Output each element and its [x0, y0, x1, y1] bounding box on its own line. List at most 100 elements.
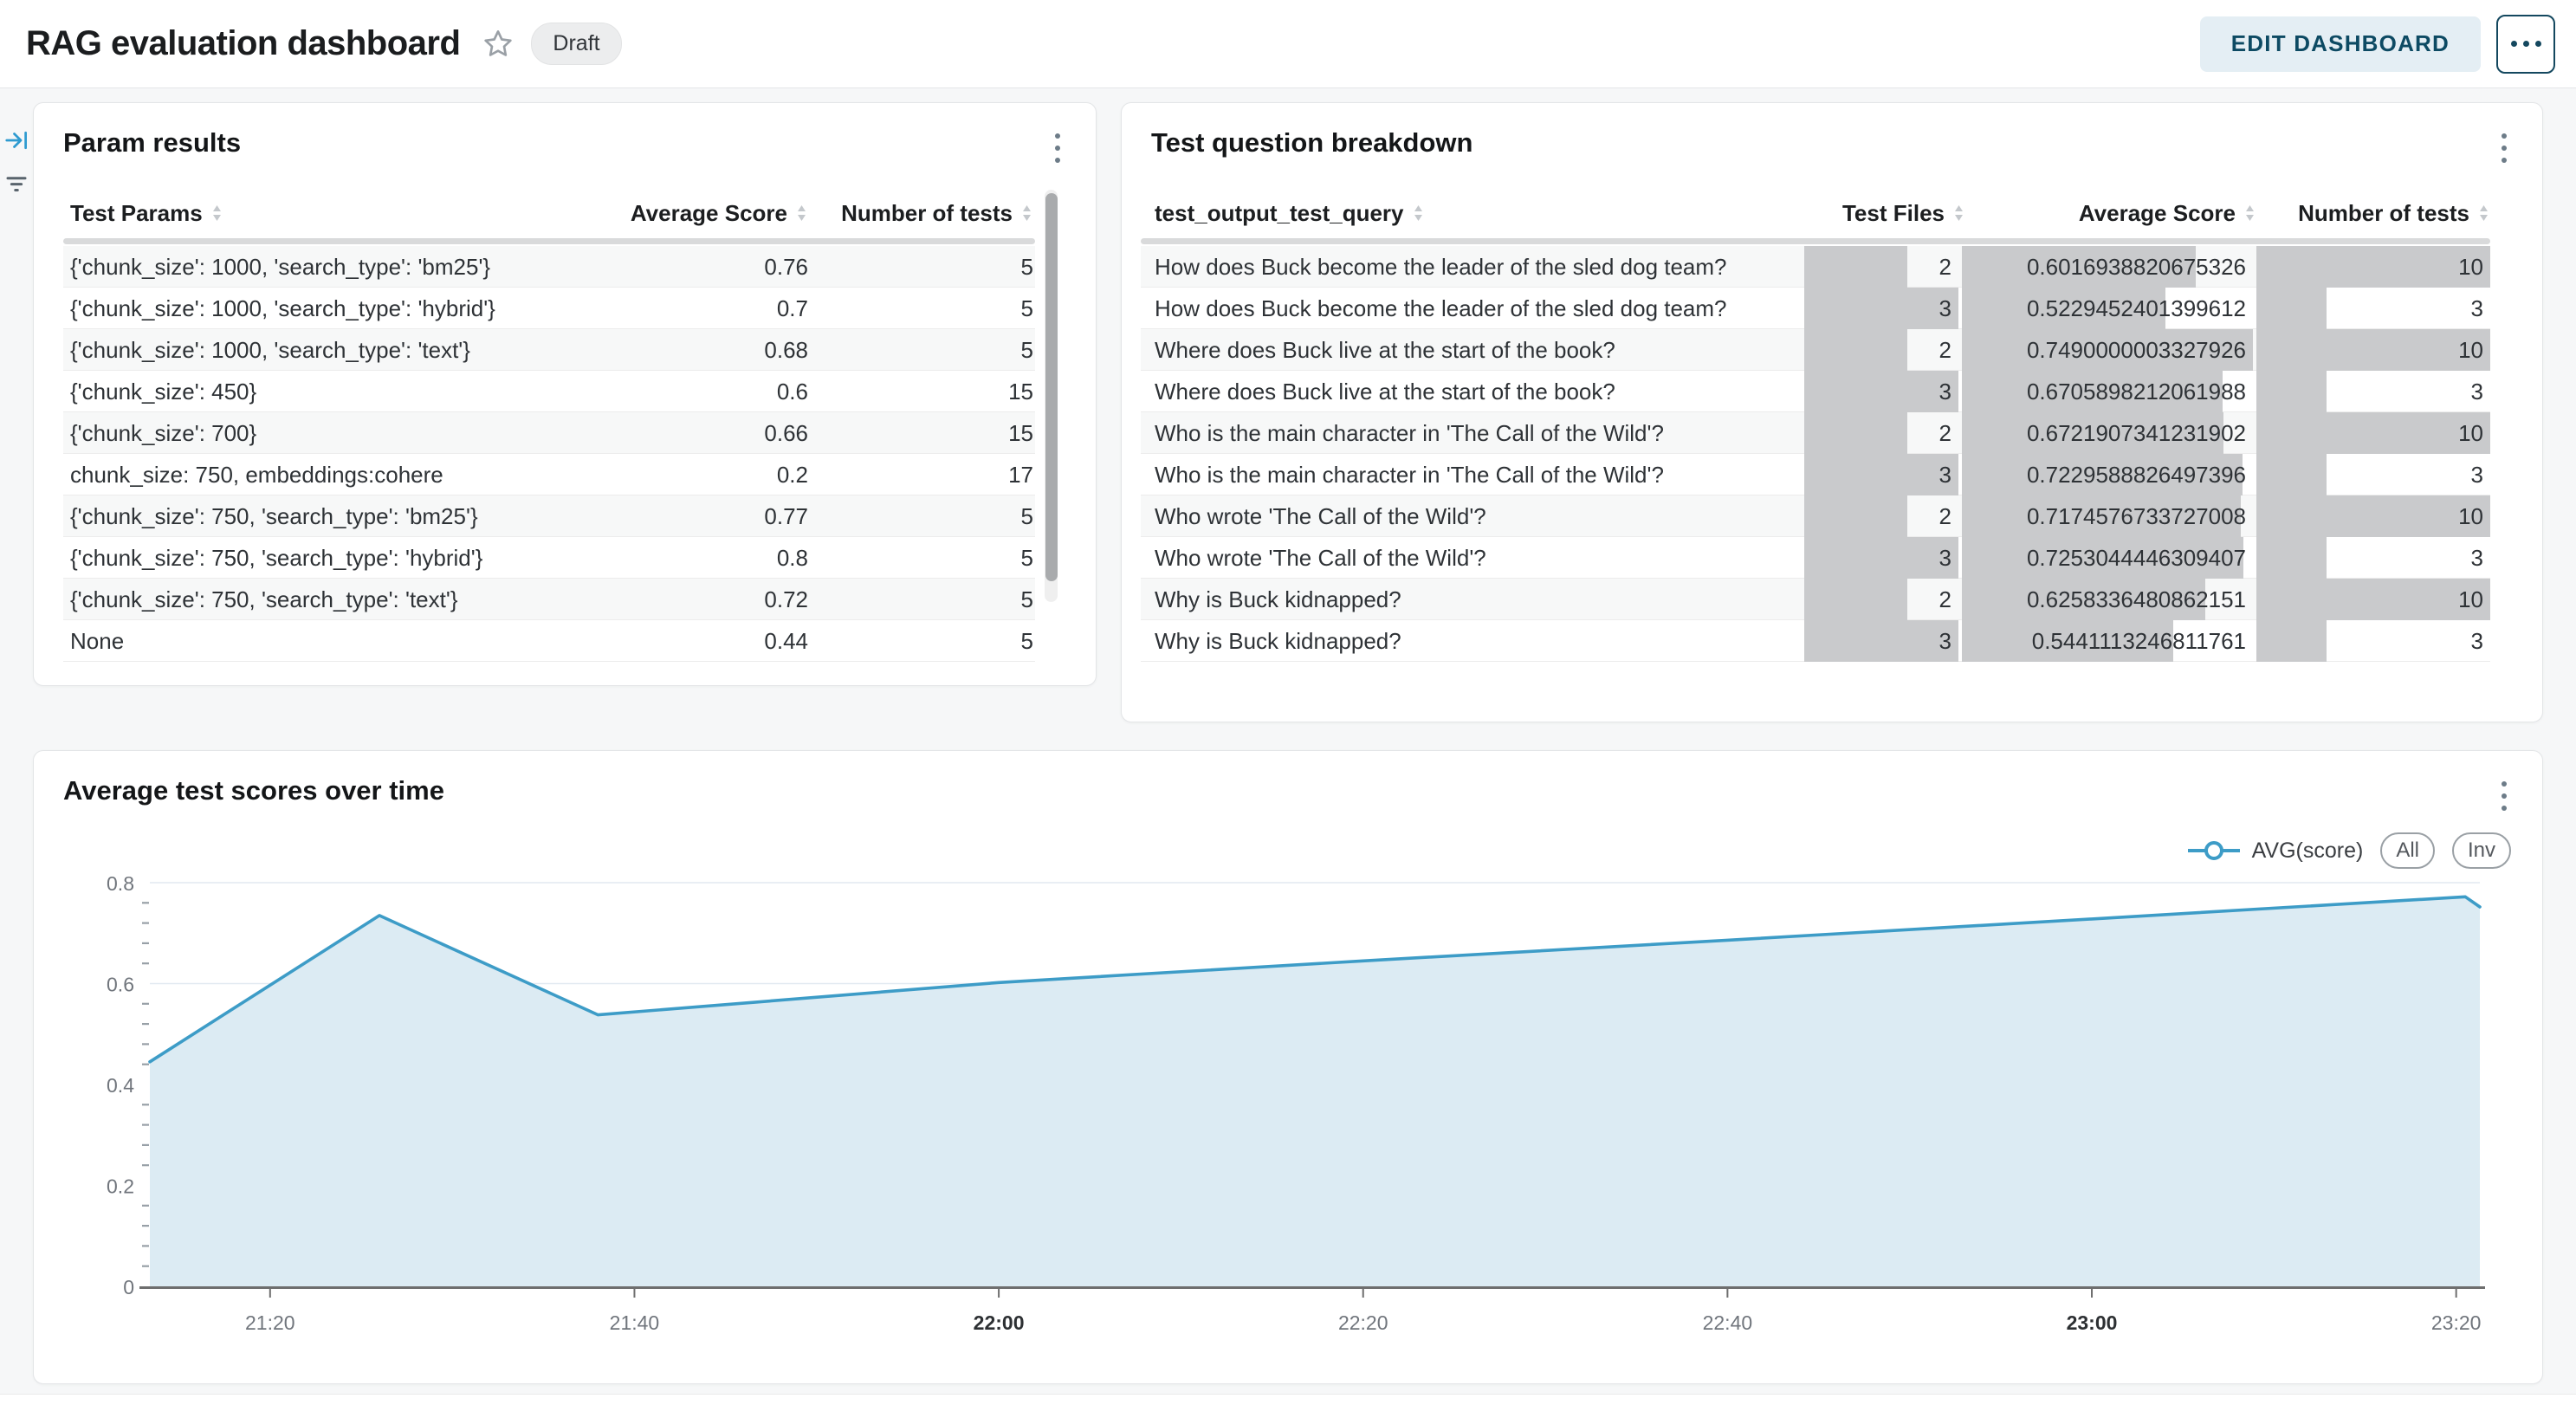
param-results-card: Param results Test Params Average Score … [33, 102, 1097, 686]
cell-test-files: 2 [1804, 579, 1958, 620]
horizontal-scrollbar[interactable] [63, 238, 1035, 244]
data-bar [2256, 329, 2490, 371]
cell-average-score: 0.7174576733727008 [1962, 495, 2253, 537]
data-bar [1804, 579, 1907, 620]
cell-average-score: 0.76 [592, 246, 808, 288]
arrow-to-bar-icon [3, 127, 29, 153]
sort-icon [2243, 204, 2256, 223]
cell-number-of-tests: 5 [808, 620, 1035, 662]
cell-average-score: 0.7490000003327926 [1962, 329, 2253, 371]
table-row[interactable]: chunk_size: 750, embeddings:cohere0.217 [63, 454, 1035, 495]
vertical-scrollbar[interactable] [1045, 190, 1058, 602]
cell-number-of-tests: 3 [2256, 537, 2490, 579]
param-results-table: Test Params Average Score Number of test… [63, 188, 1035, 662]
card-header: Param results [34, 103, 1096, 169]
cell-query: How does Buck become the leader of the s… [1141, 288, 1801, 329]
table-row[interactable]: {'chunk_size': 700}0.6615 [63, 412, 1035, 454]
column-header-average-score[interactable]: Average Score [1965, 200, 2256, 227]
table-row[interactable]: {'chunk_size': 750, 'search_type': 'hybr… [63, 537, 1035, 579]
cell-query: How does Buck become the leader of the s… [1141, 246, 1801, 288]
cell-query: Who wrote 'The Call of the Wild'? [1141, 495, 1801, 537]
cell-query: Who is the main character in 'The Call o… [1141, 454, 1801, 495]
cell-test-params: {'chunk_size': 1000, 'search_type': 'tex… [63, 329, 592, 371]
cell-test-params: {'chunk_size': 1000, 'search_type': 'bm2… [63, 246, 592, 288]
column-header-average-score[interactable]: Average Score [592, 200, 808, 227]
table-row[interactable]: How does Buck become the leader of the s… [1141, 246, 2490, 288]
cell-number-of-tests: 3 [2256, 454, 2490, 495]
column-header-number-of-tests[interactable]: Number of tests [2256, 200, 2490, 227]
table-row[interactable]: Why is Buck kidnapped?30.544111324681176… [1141, 620, 2490, 662]
cell-number-of-tests: 5 [808, 579, 1035, 620]
table-row[interactable]: Why is Buck kidnapped?20.625833648086215… [1141, 579, 2490, 620]
cell-number-of-tests: 5 [808, 537, 1035, 579]
left-rail [0, 88, 33, 203]
cell-average-score: 0.5229452401399612 [1962, 288, 2253, 329]
data-bar [2256, 495, 2490, 537]
card-title: Param results [63, 127, 241, 159]
data-bar [1804, 246, 1907, 288]
expand-panel-button[interactable] [0, 121, 33, 159]
cell-test-files: 3 [1804, 537, 1958, 579]
column-header-test-files[interactable]: Test Files [1811, 200, 1965, 227]
scrollbar-thumb[interactable] [1045, 193, 1058, 581]
cell-test-params: chunk_size: 750, embeddings:cohere [63, 454, 592, 495]
column-header-test-params[interactable]: Test Params [63, 200, 592, 227]
cell-number-of-tests: 5 [808, 288, 1035, 329]
data-bar [1804, 329, 1907, 371]
edit-dashboard-button[interactable]: EDIT DASHBOARD [2200, 16, 2481, 72]
table-row[interactable]: Who is the main character in 'The Call o… [1141, 412, 2490, 454]
table-row[interactable]: Who wrote 'The Call of the Wild'?20.7174… [1141, 495, 2490, 537]
table-row[interactable]: Where does Buck live at the start of the… [1141, 329, 2490, 371]
cell-average-score: 0.7253044446309407 [1962, 537, 2253, 579]
cell-test-files: 2 [1804, 495, 1958, 537]
cell-query: Who wrote 'The Call of the Wild'? [1141, 537, 1801, 579]
dot [2511, 41, 2517, 47]
more-options-button[interactable] [2496, 15, 2555, 74]
table-row[interactable]: {'chunk_size': 450}0.615 [63, 371, 1035, 412]
cell-test-files: 3 [1804, 371, 1958, 412]
cell-test-params: {'chunk_size': 750, 'search_type': 'bm25… [63, 495, 592, 537]
cell-test-params: {'chunk_size': 700} [63, 412, 592, 454]
card-title: Test question breakdown [1151, 127, 1472, 159]
cell-number-of-tests: 5 [808, 329, 1035, 371]
data-bar [1804, 412, 1907, 454]
cell-average-score: 0.44 [592, 620, 808, 662]
table-row[interactable]: Where does Buck live at the start of the… [1141, 371, 2490, 412]
table-row[interactable]: Who is the main character in 'The Call o… [1141, 454, 2490, 495]
cell-test-files: 2 [1804, 246, 1958, 288]
table-row[interactable]: {'chunk_size': 1000, 'search_type': 'hyb… [63, 288, 1035, 329]
cell-query: Why is Buck kidnapped? [1141, 579, 1801, 620]
cell-average-score: 0.8 [592, 537, 808, 579]
table-row[interactable]: {'chunk_size': 1000, 'search_type': 'bm2… [63, 246, 1035, 288]
card-menu-kebab-icon[interactable] [1039, 127, 1077, 169]
area-chart[interactable]: 00.20.40.60.821:2021:4022:0022:2022:4023… [34, 751, 2544, 1385]
horizontal-scrollbar[interactable] [1141, 238, 2490, 244]
data-bar [2256, 412, 2490, 454]
card-menu-kebab-icon[interactable] [2485, 127, 2523, 169]
table-header-row: test_output_test_query Test Files Averag… [1141, 188, 2490, 238]
table-row[interactable]: {'chunk_size': 1000, 'search_type': 'tex… [63, 329, 1035, 371]
favorite-star-icon[interactable] [481, 27, 515, 62]
cell-average-score: 0.6016938820675326 [1962, 246, 2253, 288]
filters-button[interactable] [0, 165, 33, 203]
cell-average-score: 0.6721907341231902 [1962, 412, 2253, 454]
column-header-query[interactable]: test_output_test_query [1141, 200, 1811, 227]
table-header-row: Test Params Average Score Number of test… [63, 188, 1035, 238]
cell-number-of-tests: 3 [2256, 620, 2490, 662]
table-row[interactable]: How does Buck become the leader of the s… [1141, 288, 2490, 329]
sort-icon [795, 204, 808, 223]
status-badge: Draft [531, 23, 621, 65]
column-header-number-of-tests[interactable]: Number of tests [808, 200, 1035, 227]
table-row[interactable]: {'chunk_size': 750, 'search_type': 'bm25… [63, 495, 1035, 537]
table-row[interactable]: None0.445 [63, 620, 1035, 662]
cell-number-of-tests: 10 [2256, 412, 2490, 454]
table-row[interactable]: {'chunk_size': 750, 'search_type': 'text… [63, 579, 1035, 620]
svg-text:0.6: 0.6 [107, 974, 134, 996]
cell-number-of-tests: 15 [808, 371, 1035, 412]
table-row[interactable]: Who wrote 'The Call of the Wild'?30.7253… [1141, 537, 2490, 579]
cell-test-files: 3 [1804, 288, 1958, 329]
filter-icon [3, 171, 30, 197]
top-bar: RAG evaluation dashboard Draft EDIT DASH… [0, 0, 2576, 88]
svg-text:22:00: 22:00 [974, 1311, 1025, 1334]
cell-number-of-tests: 5 [808, 246, 1035, 288]
